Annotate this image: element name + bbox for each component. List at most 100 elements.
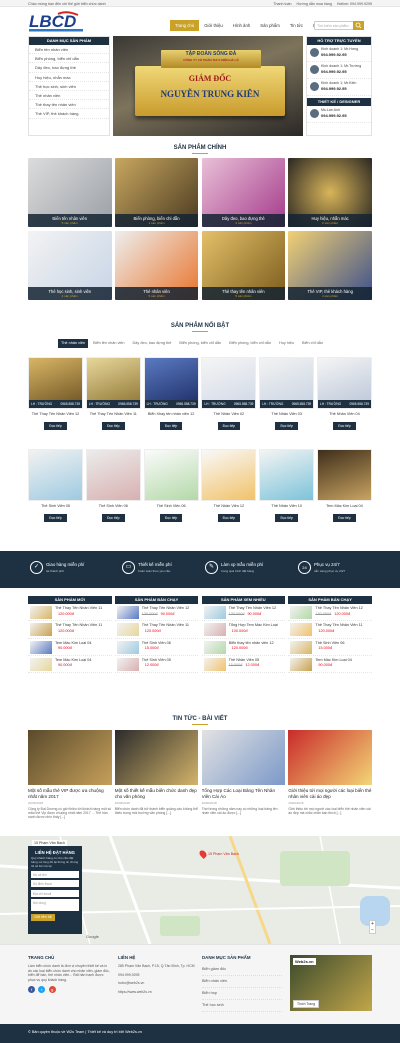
read-more-button[interactable]: Đọc tiếp xyxy=(217,422,241,430)
nav-about[interactable]: Giới thiệu xyxy=(199,20,228,31)
read-more-button[interactable]: Đọc tiếp xyxy=(333,514,356,522)
list-item[interactable]: Tem Mác Kim Loại 04 90.000đ xyxy=(28,639,112,656)
list-item[interactable]: Tem Mác Kim Loại 04 90.000đ xyxy=(28,656,112,674)
product-card[interactable]: Thẻ Sinh Viên 06 Đọc tiếp xyxy=(85,449,141,537)
product-card[interactable]: LH : TRƯỜNG 0965.558.739 Thẻ Nhân Viên 04… xyxy=(316,357,372,445)
email-field[interactable]: Địa chỉ email xyxy=(31,889,79,897)
product-image[interactable] xyxy=(259,449,315,501)
product-image[interactable]: LH : TRƯỜNG 0965.558.739 xyxy=(316,357,372,409)
product-name[interactable]: Thẻ Sinh Viên 05 xyxy=(28,504,83,511)
list-item[interactable]: Tổng Hợp Tem Mác Kim Loại 100.000đ xyxy=(201,621,286,639)
category-card[interactable]: Huy hiệu, nhẫn mác 2 sản phẩm xyxy=(288,158,372,227)
footer-category-link[interactable]: Biển nhân viên xyxy=(202,976,282,988)
product-card[interactable]: LH : TRƯỜNG 0965.558.739 Thẻ Nhân Viên 02… xyxy=(201,357,257,445)
read-more-button[interactable]: Đọc tiếp xyxy=(159,422,183,430)
nav-news[interactable]: Tin tức xyxy=(285,20,308,31)
footer-website[interactable]: https://www.web2s.vn xyxy=(118,990,196,995)
fb-like-button[interactable]: Thích Trang xyxy=(293,1000,320,1008)
news-card[interactable]: Một số thiết kế mẫu biển chức danh đẹp c… xyxy=(114,730,199,820)
product-name[interactable]: Thẻ Nhân Viên 03 xyxy=(259,412,314,419)
tab-item[interactable]: Biển phòng, biển chỉ dẫn xyxy=(176,339,224,348)
news-card[interactable]: Giới thiệu tới mọi người các loại biển t… xyxy=(288,730,372,820)
product-card[interactable]: LH : TRƯỜNG 0965.558.739 Thẻ Thay Tên Nhâ… xyxy=(28,357,83,445)
news-image[interactable] xyxy=(288,730,372,785)
contact-phone[interactable]: 094.999.92.95 xyxy=(321,85,371,91)
read-more-button[interactable]: Đọc tiếp xyxy=(275,422,298,430)
product-card[interactable]: Thẻ Nhân Viên 12 Đọc tiếp xyxy=(201,449,257,537)
product-name[interactable]: Thẻ Nhân Viên 10 xyxy=(259,504,314,511)
product-name[interactable]: Thẻ Thay Tên Nhân Viên 12 xyxy=(28,412,83,419)
category-item[interactable]: Biển phòng, biển chỉ dẫn xyxy=(29,54,109,64)
contact-phone[interactable]: 094.999.92.95 xyxy=(321,51,371,57)
news-image[interactable] xyxy=(201,730,286,785)
list-item[interactable]: Biển thay tên nhân viên 12 120.000đ xyxy=(201,639,286,656)
product-name[interactable]: Thẻ Thay Tên Nhân Viên 11 xyxy=(86,412,141,419)
read-more-button[interactable]: Đọc tiếp xyxy=(275,514,298,522)
list-item-thumb[interactable] xyxy=(290,657,313,671)
product-name[interactable]: Thẻ Nhân Viên 02 xyxy=(201,412,256,419)
category-item[interactable]: Thẻ học sinh, sinh viên xyxy=(29,82,109,91)
phone-field[interactable]: Số điện thoại xyxy=(31,880,79,888)
product-card[interactable]: Thẻ Sinh Viên 06 Đọc tiếp xyxy=(143,449,199,537)
list-item[interactable]: Thẻ Thay Tên Nhân Viên 12 130.000đ 90.000… xyxy=(114,604,199,622)
submit-button[interactable]: Gửi liên hệ xyxy=(31,914,55,922)
hero-slider[interactable]: TẬP ĐOÀN SÔNG ĐÀ CÔNG TY CỔ PHẦN THỦY ĐI… xyxy=(113,36,303,136)
news-image[interactable] xyxy=(114,730,199,785)
list-item-thumb[interactable] xyxy=(203,606,226,619)
list-item-thumb[interactable] xyxy=(290,623,313,637)
list-item-thumb[interactable] xyxy=(203,640,226,654)
product-card[interactable]: Thẻ Nhân Viên 10 Đọc tiếp xyxy=(259,449,315,537)
news-title[interactable]: Một số thiết kế mẫu biển chức danh đẹp c… xyxy=(115,788,199,800)
product-image[interactable]: LH : TRƯỜNG 0965.558.739 xyxy=(28,357,83,409)
product-name[interactable]: Thẻ Nhân Viên 12 xyxy=(201,504,256,511)
zoom-out-button[interactable]: − xyxy=(370,927,375,933)
list-item-thumb[interactable] xyxy=(30,640,52,654)
contact-phone[interactable]: 094.999.92.95 xyxy=(321,68,371,74)
category-item[interactable]: Thẻ thay tên nhân viên xyxy=(29,100,109,110)
list-item-thumb[interactable] xyxy=(30,623,52,637)
product-image[interactable] xyxy=(201,449,257,501)
list-item-name[interactable]: Tổng Hợp Tem Mác Kim Loại xyxy=(229,621,286,627)
product-card[interactable]: Thẻ Sinh Viên 05 Đọc tiếp xyxy=(28,449,83,537)
category-card[interactable]: Thẻ thay tên nhân viên 5 sản phẩm xyxy=(201,231,286,300)
list-item-thumb[interactable] xyxy=(30,657,52,671)
product-card[interactable]: LH : TRƯỜNG 0965.558.739 Thẻ Nhân Viên 03… xyxy=(259,357,315,445)
news-title[interactable]: Tổng Hợp Các Loại Bảng Tên Nhân Viên Cài… xyxy=(202,788,286,800)
tab-item[interactable]: Dây đeo, bao đựng thẻ xyxy=(130,339,175,348)
news-card[interactable]: Tổng Hợp Các Loại Bảng Tên Nhân Viên Cài… xyxy=(201,730,286,820)
list-item[interactable]: Thẻ Thay Tên Nhân Viên 11 120.000đ xyxy=(114,621,199,639)
list-item[interactable]: Thẻ Thay Tên Nhân Viên 11 120.000đ xyxy=(28,621,112,639)
product-card[interactable]: Tem Mác Kim Loại 04 Đọc tiếp xyxy=(316,449,372,537)
product-image[interactable] xyxy=(85,449,141,501)
product-card[interactable]: LH : TRƯỜNG 0965.558.739 Thẻ Thay Tên Nhâ… xyxy=(85,357,141,445)
hotline-link[interactable]: Hotline: 094.999.9295 xyxy=(337,2,372,6)
list-item[interactable]: Thẻ Sinh Viên 06 15.000đ xyxy=(288,639,372,656)
nav-home[interactable]: Trang chủ xyxy=(170,20,200,31)
list-item[interactable]: Thẻ Sinh Viên 05 12.000đ xyxy=(114,656,199,674)
category-item[interactable]: Biển tên nhân viên xyxy=(29,45,109,55)
facebook-widget[interactable]: Web2s.vn Thích Trang xyxy=(290,955,372,1011)
read-more-button[interactable]: Đọc tiếp xyxy=(44,514,67,522)
product-image[interactable]: LH : TRƯỜNG 0965.558.739 xyxy=(259,357,315,409)
list-item-thumb[interactable] xyxy=(203,657,226,671)
list-item-thumb[interactable] xyxy=(116,640,139,654)
news-title[interactable]: Giới thiệu tới mọi người các loại biển t… xyxy=(288,788,372,800)
read-more-button[interactable]: Đọc tiếp xyxy=(217,514,241,522)
list-item[interactable]: Thẻ Nhân Viên 05 15.000đ 12.000đ xyxy=(201,656,286,674)
category-item[interactable]: Thẻ VIP, thẻ khách hàng xyxy=(29,109,109,119)
product-image[interactable]: LH : TRƯỜNG 0965.558.739 xyxy=(85,357,141,409)
list-item-thumb[interactable] xyxy=(116,623,139,637)
read-more-button[interactable]: Đọc tiếp xyxy=(159,514,183,522)
tab-item[interactable]: Huy hiệu xyxy=(276,339,297,348)
tab-item[interactable]: Biển phòng, biển chỉ dẫn xyxy=(226,339,274,348)
category-card[interactable]: Biển tên nhân viên 5 sản phẩm xyxy=(28,158,112,227)
message-field[interactable]: Nội dung xyxy=(31,899,79,912)
read-more-button[interactable]: Đọc tiếp xyxy=(102,514,125,522)
footer-category-link[interactable]: Biển giám đốc xyxy=(202,964,282,976)
list-item[interactable]: Tem Mác Kim Loại 04 90.000đ xyxy=(288,656,372,674)
search-input[interactable]: Tìm kiếm sản phẩm xyxy=(314,21,364,30)
list-item[interactable]: Thẻ Thay Tên Nhân Viên 12 130.000đ 120.00… xyxy=(288,604,372,622)
product-name[interactable]: Biển Xhay tên nhân viên 12 xyxy=(144,412,199,419)
product-name[interactable]: Thẻ Sinh Viên 06 xyxy=(144,504,199,511)
product-image[interactable]: LH : TRƯỜNG 0965.558.739 xyxy=(201,357,257,409)
